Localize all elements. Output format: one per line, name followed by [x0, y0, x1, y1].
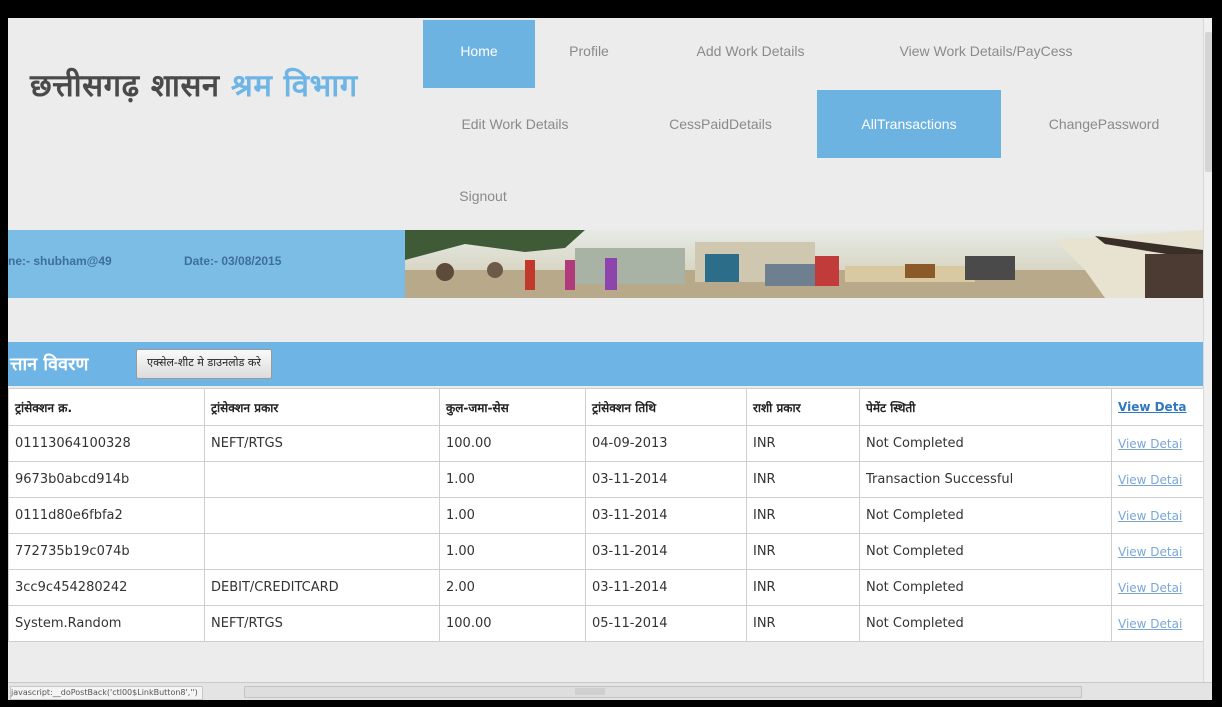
horizontal-scrollbar[interactable]	[244, 686, 1082, 698]
view-details-link[interactable]: View Detai	[1111, 569, 1204, 606]
cell-amount-type: INR	[746, 533, 860, 570]
col-total-cess: कुल-जमा-सेस	[439, 388, 586, 426]
cell-transaction-type: NEFT/RTGS	[204, 425, 440, 462]
table-row: 3cc9c454280242 DEBIT/CREDITCARD 2.00 03-…	[8, 569, 1204, 606]
cell-transaction-date: 04-09-2013	[585, 425, 747, 462]
transactions-section-bar: त्तान विवरण एक्सेल-शीट मे डाउनलोड करे	[8, 342, 1203, 386]
cell-transaction-no: 3cc9c454280242	[8, 569, 205, 606]
cell-amount-type: INR	[746, 461, 860, 498]
cell-transaction-no: System.Random	[8, 605, 205, 642]
cell-transaction-date: 05-11-2014	[585, 605, 747, 642]
nav-edit-work-details[interactable]: Edit Work Details	[440, 90, 590, 158]
header-banner-image	[405, 230, 1203, 298]
table-row: 01113064100328 NEFT/RTGS 100.00 04-09-20…	[8, 425, 1204, 462]
cell-total-cess: 1.00	[439, 461, 586, 498]
cell-total-cess: 1.00	[439, 533, 586, 570]
cell-transaction-type: DEBIT/CREDITCARD	[204, 569, 440, 606]
cell-amount-type: INR	[746, 569, 860, 606]
date-label: Date:- 03/08/2015	[184, 254, 282, 268]
user-info-bar: ne:- shubham@49 Date:- 03/08/2015	[8, 230, 405, 298]
browser-viewport: छत्तीसगढ़ शासन श्रम विभाग Home Profile A…	[8, 18, 1212, 700]
table-row: System.Random NEFT/RTGS 100.00 05-11-201…	[8, 605, 1204, 642]
cell-payment-status: Not Completed	[859, 605, 1112, 642]
cell-payment-status: Not Completed	[859, 425, 1112, 462]
view-details-link[interactable]: View Detai	[1111, 461, 1204, 498]
cell-total-cess: 100.00	[439, 425, 586, 462]
nav-change-password[interactable]: ChangePassword	[1024, 90, 1184, 158]
nav-home[interactable]: Home	[423, 20, 535, 88]
site-title: छत्तीसगढ़ शासन श्रम विभाग	[30, 64, 358, 106]
col-transaction-date: ट्रांसेक्शन तिथि	[585, 388, 747, 426]
nav-view-work-details[interactable]: View Work Details/PayCess	[866, 20, 1106, 88]
cell-transaction-type	[204, 497, 440, 534]
view-details-link[interactable]: View Detai	[1111, 605, 1204, 642]
nav-add-work-details[interactable]: Add Work Details	[668, 20, 833, 88]
cell-transaction-date: 03-11-2014	[585, 497, 747, 534]
col-transaction-type: ट्रांसेक्शन प्रकार	[204, 388, 440, 426]
cell-transaction-no: 0111d80e6fbfa2	[8, 497, 205, 534]
cell-transaction-no: 9673b0abcd914b	[8, 461, 205, 498]
username-label: ne:- shubham@49	[8, 254, 112, 268]
cell-total-cess: 100.00	[439, 605, 586, 642]
col-view-details-link[interactable]: View Deta	[1111, 388, 1204, 426]
cell-transaction-date: 03-11-2014	[585, 461, 747, 498]
cell-transaction-type	[204, 461, 440, 498]
cell-transaction-no: 01113064100328	[8, 425, 205, 462]
cell-payment-status: Not Completed	[859, 569, 1112, 606]
view-details-link[interactable]: View Detai	[1111, 533, 1204, 570]
site-title-dept: श्रम विभाग	[230, 68, 358, 104]
table-header-row: ट्रांसेक्शन क्र. ट्रांसेक्शन प्रकार कुल-…	[8, 388, 1204, 426]
table-row: 772735b19c074b 1.00 03-11-2014 INR Not C…	[8, 533, 1204, 570]
nav-all-transactions[interactable]: AllTransactions	[817, 90, 1001, 158]
view-details-link[interactable]: View Detai	[1111, 425, 1204, 462]
col-payment-status: पेमेंट स्थिती	[859, 388, 1112, 426]
col-transaction-no: ट्रांसेक्शन क्र.	[8, 388, 205, 426]
cell-transaction-type: NEFT/RTGS	[204, 605, 440, 642]
cell-amount-type: INR	[746, 497, 860, 534]
cell-transaction-date: 03-11-2014	[585, 533, 747, 570]
nav-cess-paid-details[interactable]: CessPaidDetails	[648, 90, 793, 158]
cell-transaction-date: 03-11-2014	[585, 569, 747, 606]
download-excel-button[interactable]: एक्सेल-शीट मे डाउनलोड करे	[136, 349, 272, 379]
horizontal-scroll-thumb[interactable]	[575, 688, 605, 695]
view-details-link[interactable]: View Detai	[1111, 497, 1204, 534]
cell-total-cess: 1.00	[439, 497, 586, 534]
browser-status-bar: javascript:__doPostBack('ctl00$LinkButto…	[8, 682, 1212, 700]
site-header: छत्तीसगढ़ शासन श्रम विभाग Home Profile A…	[8, 18, 1203, 230]
site-title-govt: छत्तीसगढ़ शासन	[30, 68, 220, 104]
section-title: त्तान विवरण	[10, 354, 89, 375]
table-row: 9673b0abcd914b 1.00 03-11-2014 INR Trans…	[8, 461, 1204, 498]
vertical-scroll-thumb[interactable]	[1205, 32, 1212, 172]
transactions-table: ट्रांसेक्शन क्र. ट्रांसेक्शन प्रकार कुल-…	[8, 388, 1204, 642]
cell-payment-status: Not Completed	[859, 497, 1112, 534]
vertical-scrollbar[interactable]	[1203, 18, 1212, 682]
cell-transaction-no: 772735b19c074b	[8, 533, 205, 570]
cell-payment-status: Not Completed	[859, 533, 1112, 570]
cell-transaction-type	[204, 533, 440, 570]
cell-amount-type: INR	[746, 605, 860, 642]
nav-signout[interactable]: Signout	[448, 162, 518, 230]
table-row: 0111d80e6fbfa2 1.00 03-11-2014 INR Not C…	[8, 497, 1204, 534]
nav-profile[interactable]: Profile	[553, 20, 625, 88]
status-link-text: javascript:__doPostBack('ctl00$LinkButto…	[10, 686, 203, 700]
cell-payment-status: Transaction Successful	[859, 461, 1112, 498]
cell-total-cess: 2.00	[439, 569, 586, 606]
col-amount-type: राशी प्रकार	[746, 388, 860, 426]
cell-amount-type: INR	[746, 425, 860, 462]
